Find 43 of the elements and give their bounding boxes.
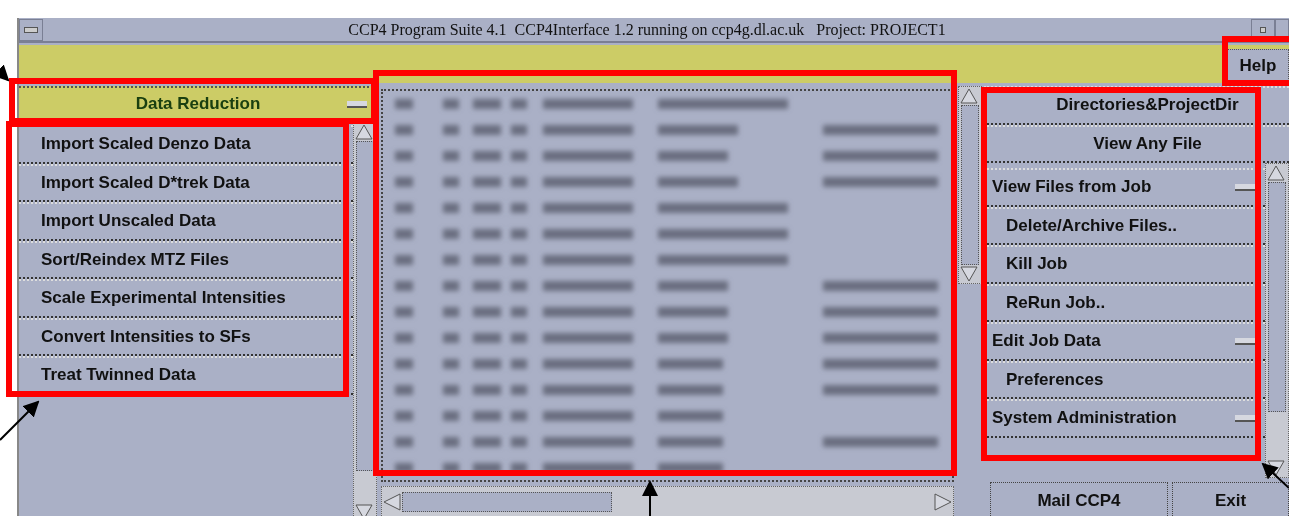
horizontal-scrollbar[interactable] bbox=[381, 486, 954, 516]
scroll-right-arrow-icon[interactable] bbox=[933, 492, 953, 512]
module-menu-item[interactable]: Import Unscaled Data bbox=[19, 202, 353, 241]
side-menu-item[interactable]: Kill Job bbox=[984, 245, 1265, 284]
annotation-arrow bbox=[642, 480, 658, 516]
scroll-up-arrow-icon[interactable] bbox=[1266, 164, 1286, 182]
scroll-down-arrow-icon[interactable] bbox=[1266, 459, 1286, 477]
module-menu-item[interactable]: Import Scaled D*trek Data bbox=[19, 163, 353, 202]
module-menu-item[interactable]: Import Scaled Denzo Data bbox=[19, 125, 353, 164]
scroll-up-arrow-icon[interactable] bbox=[354, 123, 374, 141]
window-menu-button[interactable] bbox=[19, 18, 43, 41]
window-menu-icon bbox=[24, 26, 38, 33]
side-menu-item[interactable]: Delete/Archive Files.. bbox=[984, 206, 1265, 245]
module-menu-item[interactable]: Scale Experimental Intensities bbox=[19, 279, 353, 318]
module-menu-item[interactable]: Convert Intensities to SFs bbox=[19, 317, 353, 356]
menu-indicator-icon bbox=[1235, 414, 1255, 422]
scrollbar[interactable] bbox=[958, 86, 982, 284]
module-menu-item[interactable]: Sort/Reindex MTZ Files bbox=[19, 240, 353, 279]
scrollbar-thumb[interactable] bbox=[356, 141, 374, 471]
scroll-left-arrow-icon[interactable] bbox=[382, 492, 402, 512]
scrollbar-thumb[interactable] bbox=[1268, 182, 1286, 412]
side-menu-item[interactable]: Preferences bbox=[984, 360, 1265, 399]
annotation-arrow bbox=[0, 64, 10, 82]
side-menu-button[interactable]: View Any File bbox=[984, 124, 1289, 163]
scrollbar[interactable] bbox=[1265, 163, 1289, 478]
menu-indicator-icon bbox=[1235, 337, 1255, 345]
help-button[interactable]: Help bbox=[1227, 49, 1289, 83]
side-menu-item[interactable]: System Administration bbox=[984, 399, 1265, 438]
side-menu-item[interactable]: View Files from Job bbox=[984, 168, 1265, 207]
minimize-icon bbox=[1260, 26, 1266, 33]
scroll-up-arrow-icon[interactable] bbox=[959, 87, 979, 105]
side-menu-item[interactable]: ReRun Job.. bbox=[984, 283, 1265, 322]
side-menu-item[interactable]: Edit Job Data bbox=[984, 322, 1265, 361]
menu-indicator-icon bbox=[347, 100, 367, 108]
scrollbar-thumb[interactable] bbox=[402, 492, 612, 512]
scrollbar-thumb[interactable] bbox=[961, 105, 979, 265]
window-title: CCP4 Program Suite 4.1 CCP4Interface 1.2 running on ccp4g.dl.ac.uk Project: PROJECT1 bbox=[347, 20, 947, 39]
module-menu-item[interactable]: Treat Twinned Data bbox=[19, 356, 353, 395]
menu-indicator-icon bbox=[1235, 183, 1255, 191]
footer-button[interactable]: Mail CCP4 bbox=[990, 482, 1168, 516]
footer-button[interactable]: Exit bbox=[1172, 482, 1289, 516]
annotation-arrow bbox=[0, 400, 40, 441]
annotation-arrow bbox=[1261, 462, 1289, 489]
